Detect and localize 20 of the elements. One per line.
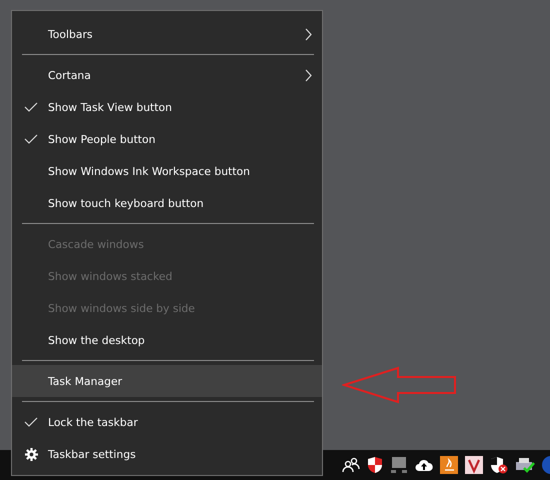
cloud-upload-icon[interactable]: [415, 458, 433, 472]
menu-item[interactable]: Cortana: [12, 59, 322, 91]
menu-item[interactable]: Taskbar settings: [12, 438, 322, 470]
menu-item[interactable]: Lock the taskbar: [12, 406, 322, 438]
menu-item[interactable]: Show the desktop: [12, 324, 322, 356]
printer-check-icon[interactable]: [515, 456, 535, 474]
flame-app-icon[interactable]: [440, 456, 458, 474]
monitor-icon[interactable]: [390, 456, 408, 474]
menu-item[interactable]: Toolbars: [12, 18, 322, 50]
menu-item[interactable]: Show People button: [12, 123, 322, 155]
shield-error-icon[interactable]: [490, 456, 508, 474]
people-icon[interactable]: [342, 457, 360, 473]
shield-icon[interactable]: [367, 456, 383, 474]
round-app-icon[interactable]: [542, 456, 550, 474]
settings-icon: [24, 448, 38, 460]
menu-item[interactable]: Show Windows Ink Workspace button: [12, 155, 322, 187]
menu-item[interactable]: Show touch keyboard button: [12, 187, 322, 219]
letter-v-app-icon[interactable]: [465, 456, 483, 474]
menu-item[interactable]: Show Task View button: [12, 91, 322, 123]
menu-item[interactable]: Task Manager: [12, 365, 322, 397]
